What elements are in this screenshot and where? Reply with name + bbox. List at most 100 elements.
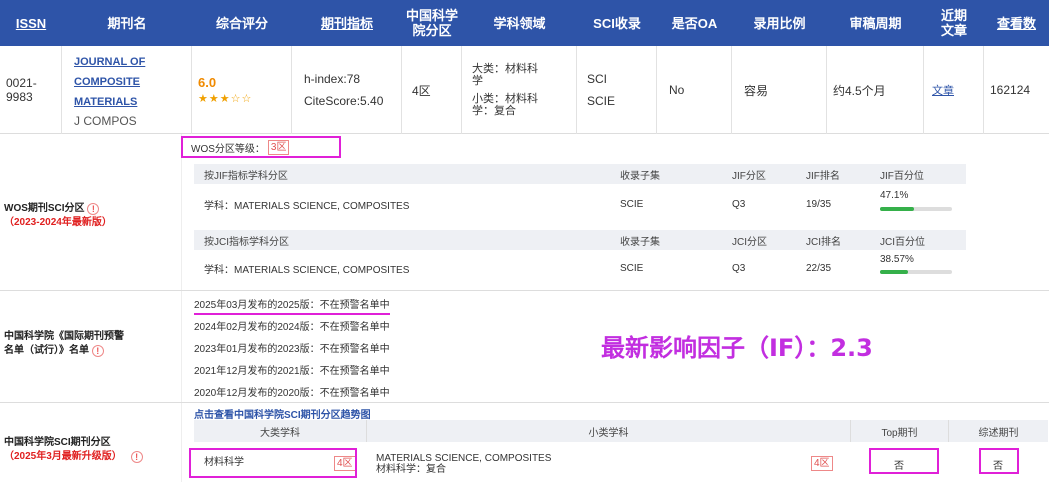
recent-cell: 文章 [924, 46, 984, 134]
cas-h-top: Top期刊 [850, 420, 948, 442]
cas-minor-zone-cell: 4区 [808, 454, 833, 472]
journal-name-cell: JOURNAL OF COMPOSITE MATERIALS J COMPOS [62, 46, 192, 134]
jif-h-zone: JIF分区 [732, 170, 766, 182]
highlight-box-top [869, 448, 939, 474]
cas-minor-en: MATERIALS SCIENCE, COMPOSITES [376, 453, 552, 464]
jif-set: SCIE [620, 198, 644, 210]
wos-grade-label: WOS分区等级： [191, 143, 265, 155]
journal-name-link-l2[interactable]: COMPOSITE [74, 72, 145, 92]
jci-zone: Q3 [732, 262, 746, 274]
cas-edition: （2025年3月最新升级版） [4, 451, 122, 462]
cas-minor: MATERIALS SCIENCE, COMPOSITES 材料科学：复合 [376, 450, 551, 478]
info-icon[interactable]: ! [87, 203, 100, 215]
warning-item: 2020年12月发布的2020版：不在预警名单中 [194, 388, 390, 399]
jci-table: 按JCI指标学科分区 收录子集 JCI分区 JCI排名 JCI百分位 学科：MA… [194, 230, 966, 286]
sci-cell: SCI SCIE [577, 46, 657, 134]
header-recent: 近期 文章 [924, 0, 984, 46]
cas-minor-cn: 材料科学：复合 [376, 464, 446, 475]
wos-grade-badge: 3区 [267, 139, 290, 155]
highlight-box-major [189, 448, 357, 478]
cas-h-major: 大类学科 [260, 427, 300, 439]
views-cell: 162124 [990, 83, 1031, 97]
jif-pct-bar [880, 207, 952, 211]
warning-label: 中国科学院《国际期刊预警 名单（试行）》名单 ! [4, 330, 124, 358]
jif-h-set: 收录子集 [620, 170, 660, 182]
jci-subject: 学科：MATERIALS SCIENCE, COMPOSITES [204, 264, 410, 276]
jci-pct-fill [880, 270, 908, 274]
field-major-l1: 大类：材料科 [472, 63, 538, 75]
header-score: 综合评分 [215, 15, 268, 31]
jci-h-set: 收录子集 [620, 236, 660, 248]
warning-item: 2021年12月发布的2021版：不在预警名单中 [194, 366, 390, 377]
recent-articles-link[interactable]: 文章 [932, 82, 954, 98]
warning-item: 2024年02月发布的2024版：不在预警名单中 [194, 322, 390, 333]
wos-edition: （2023-2024年最新版） [4, 217, 112, 228]
cas-label: 中国科学院SCI期刊分区 （2025年3月最新升级版） ! [4, 436, 143, 464]
issn-cell: 0021- 9983 [0, 46, 62, 134]
header-recent-l1: 近期 [940, 8, 967, 23]
field-minor-l2: 学：复合 [472, 105, 516, 117]
citescore: CiteScore:5.40 [304, 94, 384, 108]
sci-l2: SCIE [587, 94, 616, 108]
divider [0, 402, 1049, 403]
cas-trend-link[interactable]: 点击查看中国科学院SCI期刊分区趋势图 [194, 406, 371, 421]
info-icon[interactable]: ! [91, 345, 104, 357]
header-issn[interactable]: ISSN [0, 0, 62, 46]
jif-subject: 学科：MATERIALS SCIENCE, COMPOSITES [204, 200, 410, 212]
journal-name-link-l1[interactable]: JOURNAL OF [74, 52, 145, 72]
jif-h-rank: JIF排名 [806, 170, 840, 182]
review-cell: 约4.5个月 [827, 46, 924, 134]
header-cas-zone-l1: 中国科学 [405, 8, 458, 23]
wos-grade-box: WOS分区等级： 3区 [181, 136, 341, 158]
field-major-l2: 学 [472, 75, 483, 87]
header-sci: SCI收录 [593, 15, 641, 31]
header-field: 学科领域 [493, 15, 546, 31]
jci-h-zone: JCI分区 [732, 236, 767, 248]
star-rating-icon: ★★★☆☆ [198, 93, 253, 105]
indicator-cell: h-index:78 CiteScore:5.40 [292, 46, 402, 134]
header-indicator[interactable]: 期刊指标 [292, 0, 402, 46]
header-review: 审稿周期 [849, 15, 902, 31]
jif-table-header [194, 164, 966, 184]
table-header: ISSN 期刊名 综合评分 期刊指标 中国科学 院分区 学科领域 SCI收录 是… [0, 0, 1049, 46]
jci-pct-bar [880, 270, 952, 274]
sci-l1: SCI [587, 72, 608, 86]
section-divider [181, 134, 182, 482]
wos-label-text: WOS期刊SCI分区 [4, 203, 85, 214]
jif-pct-fill [880, 207, 914, 211]
jif-zone: Q3 [732, 198, 746, 210]
jif-pct: 47.1% [880, 189, 909, 201]
journal-row: 0021- 9983 JOURNAL OF COMPOSITE MATERIAL… [0, 46, 1049, 134]
jci-table-header [194, 230, 966, 250]
header-accept: 录用比例 [753, 15, 806, 31]
jif-h-subject: 按JIF指标学科分区 [204, 170, 288, 182]
jci-rank: 22/35 [806, 262, 832, 274]
highlight-box-review [979, 448, 1019, 474]
journal-abbr: J COMPOS [74, 114, 137, 128]
h-index: h-index:78 [304, 72, 361, 86]
issn-l2: 9983 [6, 90, 33, 104]
info-icon[interactable]: ! [130, 451, 143, 463]
score-cell: 6.0 ★★★☆☆ [192, 46, 292, 134]
cas-label-text: 中国科学院SCI期刊分区 [4, 437, 111, 448]
warning-label-l2: 名单（试行）》名单 [4, 345, 89, 356]
jif-rank: 19/35 [806, 198, 832, 210]
cas-zone-cell: 4区 [402, 46, 462, 134]
cas-h-review: 综述期刊 [948, 420, 1048, 442]
issn-l1: 0021- [6, 76, 37, 90]
jci-h-subject: 按JCI指标学科分区 [204, 236, 289, 248]
warning-item: 2025年03月发布的2025版：不在预警名单中 [194, 296, 390, 315]
header-recent-l2: 文章 [940, 23, 967, 38]
latest-impact-factor: 最新影响因子（IF）：2.3 [601, 334, 873, 362]
jci-h-rank: JCI排名 [806, 236, 841, 248]
cas-minor-zone-badge: 4区 [811, 455, 833, 471]
header-oa: 是否OA [671, 15, 718, 31]
journal-name-link-l3[interactable]: MATERIALS [74, 92, 145, 112]
jci-set: SCIE [620, 262, 644, 274]
warning-item: 2023年01月发布的2023版：不在预警名单中 [194, 344, 390, 355]
divider [0, 290, 1049, 291]
header-name: 期刊名 [107, 15, 147, 31]
journal-score: 6.0 [198, 75, 217, 90]
oa-cell: No [657, 46, 732, 134]
header-views[interactable]: 查看数 [984, 0, 1049, 46]
